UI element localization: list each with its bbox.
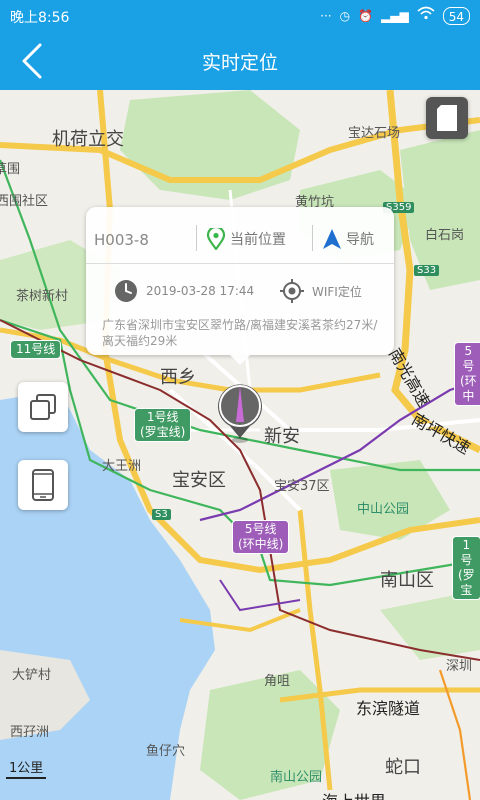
header: 实时定位 — [0, 32, 480, 90]
metro-tag: 1号线 (罗宝线) — [134, 408, 192, 442]
map-label: 西围社区 — [0, 194, 49, 209]
current-location-label: 当前位置 — [230, 232, 286, 248]
phone-icon — [32, 469, 54, 501]
road-tag: S3 — [152, 509, 171, 520]
device-name: H003-8 — [94, 231, 149, 249]
status-time: 晚上8:56 — [10, 10, 70, 26]
signal-icon: ▂▄▆ — [381, 8, 409, 23]
map-label: 西孖洲 — [10, 725, 50, 740]
device-location-button[interactable] — [18, 460, 68, 510]
map-label: 角咀 — [264, 674, 291, 689]
location-type: WIFI定位 — [312, 284, 362, 299]
metro-tag: 5号 (环中 — [454, 342, 480, 406]
divider — [196, 225, 197, 251]
map-label: 西乡 — [160, 367, 196, 388]
popup-pointer — [230, 355, 250, 365]
metro-tag: 5号线 (环中线) — [232, 520, 290, 554]
status-bar: 晚上8:56 ··· ◷ ⏰ ▂▄▆ 54 — [0, 0, 480, 32]
map-label: 宝达石场 — [348, 126, 401, 141]
timestamp: 2019-03-28 17:44 — [146, 284, 255, 298]
clock-icon — [115, 280, 137, 302]
status-icons: ··· ◷ ⏰ ▂▄▆ 54 — [320, 6, 470, 25]
map-label: 宝安37区 — [274, 479, 330, 494]
sim-card-button[interactable] — [426, 97, 468, 139]
map-label: 大铲村 — [12, 668, 52, 683]
location-info-popup: H003-8 当前位置 导航 2019-03-28 17:44 WIFI定位 广… — [86, 207, 394, 365]
map-label: 新安 — [264, 426, 300, 447]
map-label: 东滨隧道 — [356, 699, 421, 718]
divider — [312, 225, 313, 251]
map-label: 中山公园 — [357, 502, 410, 517]
map-label: 深圳 — [446, 659, 473, 674]
map-label: 草围 — [0, 162, 21, 177]
map-label: 蛇口 — [385, 757, 421, 778]
divider — [86, 263, 394, 264]
dots-icon: ··· — [320, 8, 332, 23]
map-label: 大王洲 — [102, 459, 142, 474]
layers-button[interactable] — [18, 382, 68, 432]
navigate-label: 导航 — [346, 232, 374, 248]
timestamp-row: 2019-03-28 17:44 — [114, 279, 254, 303]
map-label: 鱼仔穴 — [146, 744, 186, 759]
map-view[interactable]: 机荷立交 宝达石场 黄竹坑 白石岗 草围 西围社区 茶树新村 西乡 新安 大王洲… — [0, 90, 480, 800]
map-label: 南山区 — [380, 570, 434, 591]
clock-icon: ⏰ — [358, 8, 374, 23]
map-scale: 1公里 — [6, 757, 47, 779]
layers-icon — [30, 394, 56, 420]
wifi-icon — [417, 6, 435, 25]
navigate-button[interactable]: 导航 — [322, 228, 374, 250]
page-title: 实时定位 — [201, 52, 278, 74]
map-label: 海上世界 — [322, 788, 386, 800]
crosshair-icon — [280, 279, 304, 303]
sim-card-icon — [437, 105, 457, 131]
navigation-arrow-icon — [323, 229, 341, 249]
battery-icon: 54 — [442, 6, 470, 25]
map-label: 南山公园 — [270, 770, 323, 785]
map-label: 白石岗 — [425, 228, 465, 243]
metro-tag: 11号线 — [10, 340, 62, 359]
metro-tag: 1号 (罗宝 — [452, 536, 480, 600]
alarm-icon: ◷ — [339, 8, 351, 23]
map-label: 机荷立交 — [52, 129, 124, 150]
location-marker-icon — [206, 228, 226, 250]
map-label: 茶树新村 — [16, 289, 69, 304]
map-label: 宝安区 — [172, 470, 226, 491]
current-location-button[interactable]: 当前位置 — [206, 228, 286, 250]
road-tag: S33 — [414, 265, 440, 276]
address-text: 广东省深圳市宝安区翠竹路/离福建安溪茗茶约27米/离天福约29米 — [102, 318, 378, 348]
map-canvas — [0, 90, 480, 800]
location-type-row: WIFI定位 — [280, 279, 362, 303]
